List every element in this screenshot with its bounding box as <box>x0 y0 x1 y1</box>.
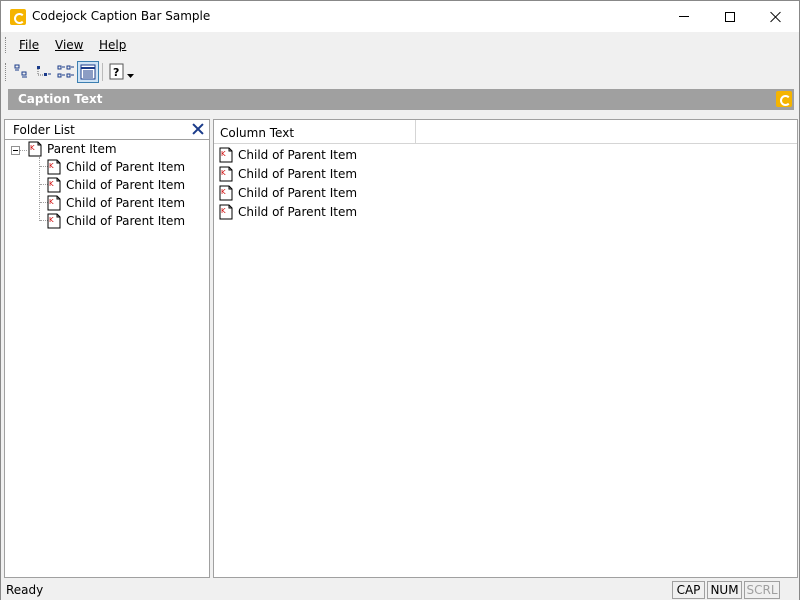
list-view-icon <box>57 65 74 78</box>
list-item[interactable]: K Child of Parent Item <box>218 183 357 202</box>
document-icon: K <box>219 166 233 181</box>
list-item[interactable]: K Child of Parent Item <box>218 202 357 221</box>
svg-text:K: K <box>49 162 54 170</box>
window-title: Codejock Caption Bar Sample <box>32 9 211 23</box>
caption-text: Caption Text <box>18 92 103 106</box>
small-icons-view-icon <box>37 66 51 76</box>
details-view-icon <box>80 64 96 80</box>
small-icons-button[interactable] <box>33 61 55 83</box>
maximize-icon <box>725 11 735 22</box>
svg-text:?: ? <box>113 66 119 79</box>
status-text: Ready <box>6 583 44 597</box>
document-icon: K <box>219 185 233 200</box>
tree-item-label: Child of Parent Item <box>66 196 186 210</box>
document-icon: K <box>47 195 61 211</box>
folder-list-pane: Folder List K Parent Item K Child of Par… <box>4 119 210 578</box>
title-bar[interactable]: Codejock Caption Bar Sample <box>1 1 799 32</box>
list-item-label: Child of Parent Item <box>238 185 358 200</box>
status-bar: Ready CAP NUM SCRL <box>1 580 799 600</box>
toolbar-separator <box>102 63 103 81</box>
tree-item-label: Child of Parent Item <box>66 160 186 174</box>
list-item-label: Child of Parent Item <box>238 147 358 162</box>
menu-view-label: View <box>55 38 84 52</box>
large-icons-button[interactable] <box>11 61 33 83</box>
minimize-icon <box>679 16 689 17</box>
svg-text:K: K <box>221 207 226 215</box>
tree-item-label: Child of Parent Item <box>66 214 186 228</box>
tree-item-root[interactable]: K Parent Item <box>27 140 117 158</box>
column-header-label: Column Text <box>220 126 295 140</box>
list-item-label: Child of Parent Item <box>238 166 358 181</box>
svg-text:K: K <box>221 150 226 158</box>
list-item-label: Child of Parent Item <box>238 204 358 219</box>
column-header[interactable]: Column Text <box>214 120 416 143</box>
document-icon: K <box>28 141 42 157</box>
list-view-pane: Column Text K Child of Parent Item K Chi… <box>213 119 798 578</box>
document-icon: K <box>219 147 233 162</box>
minimize-button[interactable] <box>661 1 707 32</box>
list-header: Column Text <box>214 120 797 144</box>
caption-logo-icon[interactable] <box>776 91 792 107</box>
app-window: Codejock Caption Bar Sample File View He… <box>0 0 800 600</box>
toolbar: ? <box>1 57 799 85</box>
app-logo-icon <box>10 9 26 25</box>
help-dropdown-button[interactable]: ? <box>107 61 139 83</box>
large-icons-view-icon <box>14 64 27 78</box>
menu-view[interactable]: View <box>55 38 83 52</box>
list-item[interactable]: K Child of Parent Item <box>218 164 357 183</box>
tree-item-child[interactable]: K Child of Parent Item <box>46 212 185 230</box>
scroll-lock-indicator: SCRL <box>744 581 780 599</box>
svg-text:K: K <box>221 169 226 177</box>
svg-text:K: K <box>30 144 35 152</box>
menubar-grip[interactable] <box>5 37 7 53</box>
maximize-button[interactable] <box>707 1 753 32</box>
tree-item-child[interactable]: K Child of Parent Item <box>46 176 185 194</box>
menu-help[interactable]: Help <box>99 38 126 52</box>
tree-item-label: Child of Parent Item <box>66 178 186 192</box>
document-icon: K <box>47 159 61 175</box>
svg-text:K: K <box>221 188 226 196</box>
folder-list-header: Folder List <box>5 120 209 140</box>
menu-bar: File View Help <box>1 33 799 57</box>
tree-item-label: Parent Item <box>47 142 117 156</box>
list-item[interactable]: K Child of Parent Item <box>218 145 357 164</box>
folder-list-title: Folder List <box>13 123 75 137</box>
menu-help-label: Help <box>99 38 127 52</box>
toolbar-grip[interactable] <box>5 63 7 81</box>
details-view-button[interactable] <box>77 61 99 83</box>
close-button[interactable] <box>753 1 799 32</box>
close-icon <box>770 11 782 23</box>
tree-item-child[interactable]: K Child of Parent Item <box>46 194 185 212</box>
tree-collapse-toggle[interactable] <box>11 146 20 155</box>
caption-bar: Caption Text <box>8 89 794 110</box>
svg-text:K: K <box>49 198 54 206</box>
pane-close-icon[interactable] <box>192 123 204 135</box>
svg-text:K: K <box>49 180 54 188</box>
tree-item-child[interactable]: K Child of Parent Item <box>46 158 185 176</box>
help-dropdown-icon: ? <box>109 63 134 80</box>
caps-lock-indicator: CAP <box>672 581 705 599</box>
document-icon: K <box>47 177 61 193</box>
list-view-button[interactable] <box>55 61 77 83</box>
tree-connector <box>20 150 27 151</box>
svg-text:K: K <box>49 216 54 224</box>
document-icon: K <box>47 213 61 229</box>
menu-file[interactable]: File <box>19 38 39 52</box>
document-icon: K <box>219 204 233 219</box>
menu-file-label: File <box>19 38 40 52</box>
num-lock-indicator: NUM <box>707 581 742 599</box>
